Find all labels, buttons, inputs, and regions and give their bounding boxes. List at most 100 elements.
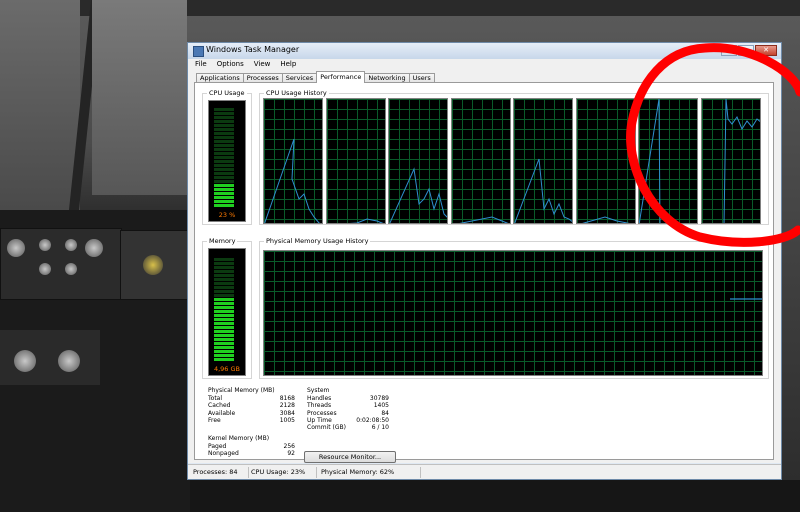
cockpit-glareshield xyxy=(190,480,800,512)
table-row: Handles 30789 xyxy=(307,395,389,402)
meter-segment xyxy=(214,168,234,171)
meter-segment xyxy=(214,294,234,297)
cpu-usage-meter: 23 % xyxy=(208,100,246,222)
menu-view[interactable]: View xyxy=(254,59,271,70)
meter-segment xyxy=(214,290,234,293)
resource-monitor-button[interactable]: Resource Monitor... xyxy=(304,451,396,463)
meter-segment xyxy=(214,298,234,301)
meter-segment xyxy=(214,144,234,147)
stat-label: Free xyxy=(208,416,221,424)
cpu-core-plot xyxy=(458,216,508,223)
cpu-usage-value: 23 % xyxy=(218,211,236,219)
meter-segment xyxy=(214,160,234,163)
cpu-history-label: CPU Usage History xyxy=(264,89,329,98)
maximize-button[interactable]: ▭ xyxy=(738,45,754,56)
meter-segment xyxy=(214,326,234,329)
meter-segment xyxy=(214,306,234,309)
meter-segment xyxy=(214,274,234,277)
cpu-core-usage-line xyxy=(581,216,630,223)
client-area: Applications Processes Services Performa… xyxy=(188,70,781,463)
meter-segment xyxy=(214,278,234,281)
meter-segment xyxy=(214,116,234,119)
memory-history-plot xyxy=(730,298,762,300)
meter-segment xyxy=(214,132,234,135)
knob-icon xyxy=(39,239,51,251)
meter-segment xyxy=(214,350,234,353)
cpu-core-history-graph xyxy=(450,98,511,224)
meter-segment xyxy=(214,148,234,151)
cpu-core-usage-line xyxy=(348,218,383,223)
knob-icon xyxy=(65,263,77,275)
stat-label: Available xyxy=(208,409,236,417)
performance-panel: CPU Usage 23 % CPU Usage History Memory … xyxy=(194,82,774,463)
stat-value: 6 / 10 xyxy=(371,424,389,432)
system-group: System Handles 30789 Threads 1405 Processe… xyxy=(307,387,395,439)
cpu-core-usage-line xyxy=(514,158,572,223)
stat-label: Paged xyxy=(208,443,227,450)
task-manager-window: Windows Task Manager – ▭ ✕ File Options … xyxy=(187,42,782,480)
cpu-usage-group: CPU Usage 23 % xyxy=(202,89,252,225)
table-row: Threads 1405 xyxy=(307,402,389,409)
meter-segment xyxy=(214,322,234,325)
kernel-memory-header: Kernel Memory (MB) xyxy=(208,435,270,442)
status-cpu: CPU Usage: 23% xyxy=(251,468,306,476)
cpu-core-plot xyxy=(723,99,760,223)
cpu-core-history-graph xyxy=(325,98,386,224)
meter-segment xyxy=(214,200,234,203)
stat-label: Cached xyxy=(208,402,231,410)
kernel-memory-table: Kernel Memory (MB) Paged 256 Nonpaged 92 xyxy=(208,435,295,458)
title-bar[interactable]: Windows Task Manager – ▭ ✕ xyxy=(188,43,781,59)
meter-segment xyxy=(214,112,234,115)
knob-icon xyxy=(39,263,51,275)
meter-segment xyxy=(214,262,234,265)
cpu-core-plot xyxy=(581,216,630,223)
close-button[interactable]: ✕ xyxy=(755,45,777,56)
meter-segment xyxy=(214,338,234,341)
memory-label: Memory xyxy=(207,237,238,246)
meter-segment xyxy=(214,156,234,159)
cpu-core-history-graph xyxy=(263,98,323,224)
memory-value: 4,96 GB xyxy=(213,365,241,373)
memory-history-graph xyxy=(263,250,763,376)
menu-help[interactable]: Help xyxy=(280,59,296,70)
tab-performance[interactable]: Performance xyxy=(316,71,366,83)
memory-history-group: Physical Memory Usage History xyxy=(259,237,769,379)
table-row: Up Time 0:02:08:50 xyxy=(307,417,389,424)
main-panel-dim-switches xyxy=(0,330,100,385)
menu-options[interactable]: Options xyxy=(217,59,244,70)
meter-segment xyxy=(214,282,234,285)
physical-memory-table: Physical Memory (MB) Total 8168 Cached 212… xyxy=(208,387,295,424)
stat-label: Threads xyxy=(307,402,332,410)
cpu-usage-bar xyxy=(214,107,234,207)
meter-segment xyxy=(214,302,234,305)
meter-segment xyxy=(214,318,234,321)
stat-label: Processes xyxy=(307,409,337,417)
stat-label: Nonpaged xyxy=(208,450,239,458)
memory-bar xyxy=(214,257,234,361)
menu-file[interactable]: File xyxy=(195,59,207,70)
status-processes: Processes: 84 xyxy=(193,468,238,476)
meter-segment xyxy=(214,184,234,187)
cpu-core-history-graph xyxy=(638,98,698,224)
meter-segment xyxy=(214,128,234,131)
meter-segment xyxy=(214,346,234,349)
meter-segment xyxy=(214,124,234,127)
minimize-button[interactable]: – xyxy=(721,45,737,56)
cockpit-window-left xyxy=(0,0,80,210)
table-row: Available 3084 xyxy=(208,410,295,417)
stat-value: 2128 xyxy=(279,402,295,410)
cpu-core-usage-line xyxy=(723,99,760,223)
cpu-usage-label: CPU Usage xyxy=(207,89,247,98)
stat-value: 3084 xyxy=(279,409,295,417)
status-memory: Physical Memory: 62% xyxy=(321,468,395,476)
stat-label: Handles xyxy=(307,395,332,402)
cpu-core-plot xyxy=(514,158,572,223)
stat-value: 0:02:08:50 xyxy=(356,416,389,424)
knob-icon xyxy=(85,239,103,257)
stat-value: 256 xyxy=(283,443,295,450)
stat-value: 8168 xyxy=(279,395,295,402)
cpu-history-group: CPU Usage History xyxy=(259,89,769,225)
window-controls: – ▭ ✕ xyxy=(721,45,777,56)
status-bar: Processes: 84 CPU Usage: 23% Physical Me… xyxy=(188,464,781,479)
meter-segment xyxy=(214,270,234,273)
